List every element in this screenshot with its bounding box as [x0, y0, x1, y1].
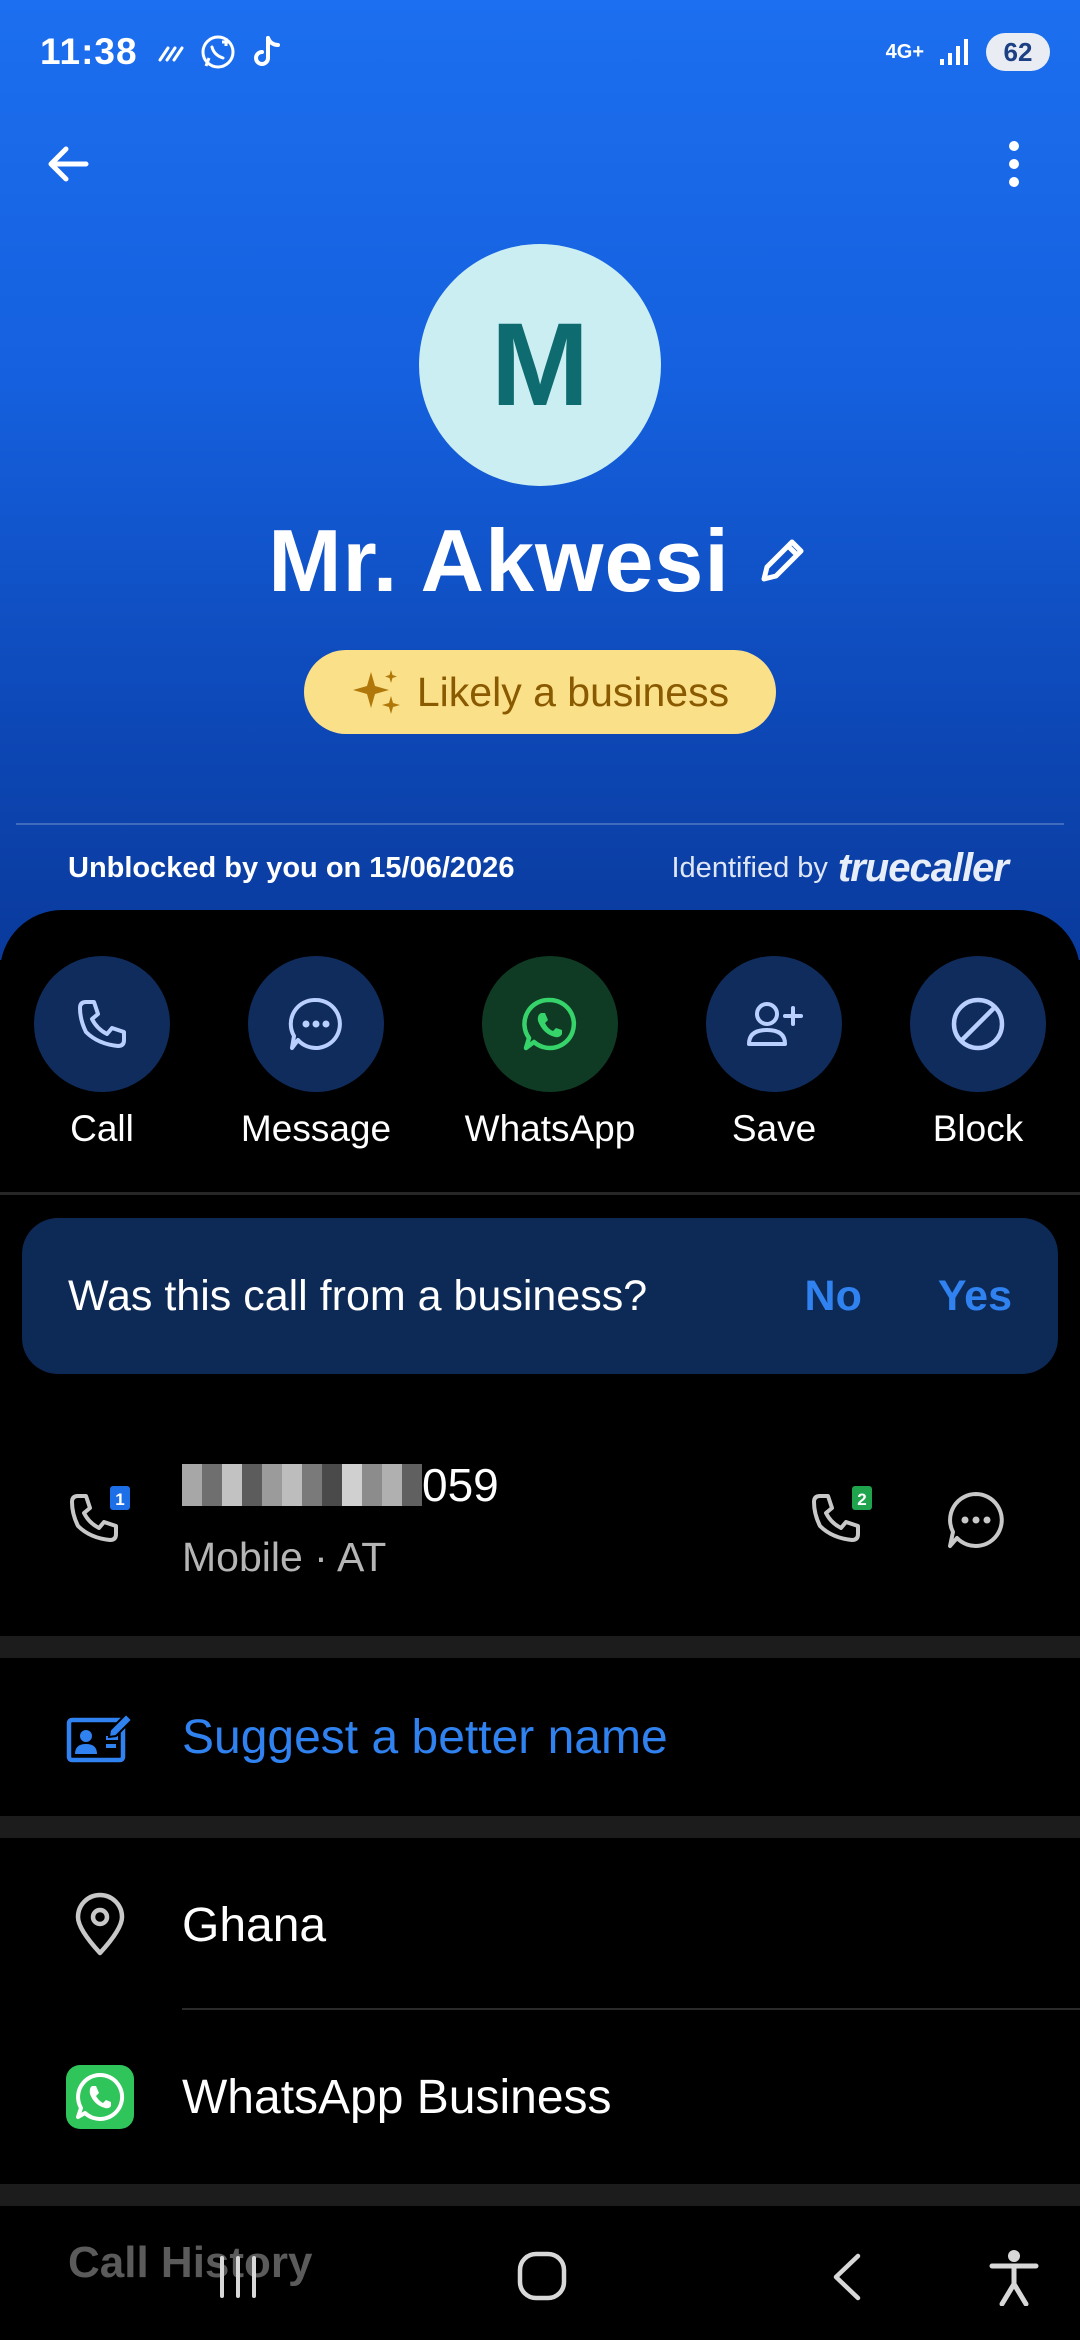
whatsapp-label: WhatsApp	[464, 1108, 636, 1149]
likely-business-badge: Likely a business	[304, 650, 776, 734]
recent-apps-icon[interactable]	[214, 2254, 262, 2300]
redacted-digits	[182, 1464, 422, 1506]
clock: 11:38	[40, 31, 138, 72]
sim1-number: 1	[115, 1490, 124, 1509]
tiktok-icon	[253, 36, 280, 66]
suggest-name-label: Suggest a better name	[182, 1710, 668, 1764]
contact-name: Mr. Akwesi	[268, 511, 730, 610]
yes-button[interactable]: Yes	[938, 1272, 1012, 1321]
quick-actions: Call Message WhatsApp Save Block	[0, 956, 1080, 1156]
phone-number: 059	[182, 1458, 499, 1512]
block-icon	[951, 997, 1005, 1051]
truecaller-logo: truecaller	[837, 846, 1009, 890]
section-divider	[0, 1816, 1080, 1838]
call-sim1-icon[interactable]: 1	[66, 1486, 134, 1554]
sim2-number: 2	[857, 1490, 866, 1509]
whatsapp-notification-icon	[201, 35, 235, 69]
cell-signal-icon	[940, 39, 968, 65]
save-button[interactable]	[706, 956, 842, 1092]
location-label: Ghana	[182, 1898, 327, 1952]
save-label: Save	[731, 1108, 817, 1149]
phone-number-row[interactable]: 1 059 Mobile · AT 2	[0, 1440, 1080, 1600]
save-action[interactable]: Save	[674, 956, 874, 1150]
number-block: 059 Mobile · AT	[182, 1458, 499, 1581]
no-button[interactable]: No	[805, 1272, 862, 1321]
call-sim2-icon[interactable]: 2	[808, 1486, 876, 1554]
divider	[0, 1192, 1080, 1195]
edit-contact-card-icon	[66, 1712, 134, 1763]
whatsapp-business-label: WhatsApp Business	[182, 2070, 612, 2124]
avatar: M	[419, 244, 661, 486]
signal-strength-icon	[158, 46, 184, 62]
more-options-icon[interactable]	[994, 136, 1034, 192]
section-divider	[0, 1636, 1080, 1658]
contact-name-row: Mr. Akwesi	[0, 510, 1080, 612]
message-icon[interactable]	[944, 1488, 1008, 1552]
notification-icons	[156, 32, 282, 72]
whatsapp-action[interactable]: WhatsApp	[450, 956, 650, 1150]
battery-level: 62	[986, 33, 1050, 71]
block-action[interactable]: Block	[878, 956, 1078, 1150]
message-action[interactable]: Message	[216, 956, 416, 1150]
divider	[182, 2008, 1080, 2010]
block-label: Block	[932, 1108, 1024, 1149]
whatsapp-business-row[interactable]: WhatsApp Business	[0, 2022, 1080, 2172]
badge-label: Likely a business	[416, 668, 730, 715]
identification-footer: Unblocked by you on 15/06/2026 Identifie…	[68, 846, 1010, 891]
network-type: 4G+	[885, 41, 924, 63]
nav-back-icon[interactable]	[826, 2250, 866, 2304]
back-arrow-icon[interactable]	[40, 136, 96, 192]
whatsapp-business-icon	[66, 2065, 134, 2129]
sparkle-icon	[352, 670, 400, 714]
edit-pencil-icon[interactable]	[752, 531, 812, 591]
chat-bubble-icon	[288, 997, 342, 1050]
whatsapp-icon	[522, 997, 577, 1051]
divider	[16, 823, 1064, 825]
whatsapp-button[interactable]	[482, 956, 618, 1092]
number-suffix: 059	[422, 1459, 499, 1511]
accessibility-icon[interactable]	[988, 2248, 1040, 2306]
status-bar: 11:38 4G+ 62	[40, 28, 1050, 76]
call-action[interactable]: Call	[2, 956, 202, 1150]
phone-type: Mobile · AT	[182, 1534, 387, 1580]
add-person-icon	[747, 1002, 803, 1046]
location-row: Ghana	[0, 1850, 1080, 2000]
identified-by: Identified by truecaller	[671, 846, 1010, 891]
message-button[interactable]	[248, 956, 384, 1092]
home-icon[interactable]	[516, 2250, 568, 2302]
message-label: Message	[240, 1108, 392, 1149]
contact-header: 11:38 4G+ 62 M Mr. Akwesi Likely a busin…	[0, 0, 1080, 960]
business-feedback-card: Was this call from a business? No Yes	[22, 1218, 1058, 1374]
suggest-name-row[interactable]: Suggest a better name	[0, 1662, 1080, 1812]
identified-by-label: Identified by	[671, 852, 828, 884]
block-button[interactable]	[910, 956, 1046, 1092]
phone-icon	[78, 1000, 126, 1048]
call-button[interactable]	[34, 956, 170, 1092]
location-pin-icon	[75, 1892, 125, 1956]
business-question: Was this call from a business?	[68, 1271, 648, 1320]
call-label: Call	[70, 1108, 134, 1149]
unblocked-text: Unblocked by you on 15/06/2026	[68, 852, 515, 884]
